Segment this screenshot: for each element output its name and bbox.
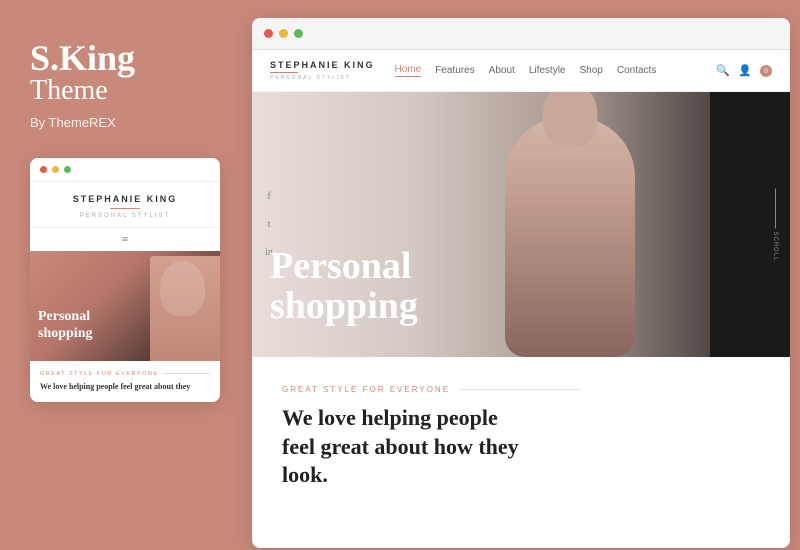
mobile-logo-sub: PERSONAL STYLIST — [40, 213, 210, 219]
nav-link-home[interactable]: Home — [395, 64, 422, 77]
mobile-section-headline: We love helping people feel great about … — [40, 381, 210, 392]
section-tag: GREAT STYLE FOR EVERYONE — [282, 385, 450, 394]
browser-dot-red[interactable] — [264, 29, 273, 38]
scroll-indicator: SCROLL — [772, 188, 778, 261]
nav-links: Home Features About Lifestyle Shop Conta… — [395, 64, 716, 77]
browser-panel: STEPHANIE KING PERSONAL STYLIST Home Fea… — [252, 18, 790, 548]
twitter-icon[interactable]: t — [262, 218, 276, 232]
nav-action-icons: 🔍 👤 0 — [716, 64, 772, 78]
mobile-logo-name: STEPHANIE KING — [40, 194, 210, 204]
mobile-hero-figure — [150, 256, 220, 361]
mobile-hero-image: Personal shopping — [30, 251, 220, 361]
nav-link-about[interactable]: About — [489, 65, 515, 76]
cart-badge[interactable]: 0 — [760, 65, 772, 77]
browser-dot-green[interactable] — [294, 29, 303, 38]
hero-dark-overlay — [710, 92, 790, 357]
section-tag-line — [460, 389, 580, 390]
brand-name: S.King — [30, 40, 135, 76]
site-logo-divider — [270, 72, 298, 73]
site-navigation: STEPHANIE KING PERSONAL STYLIST Home Fea… — [252, 50, 790, 92]
hero-model-figure — [470, 92, 670, 357]
section-headline: We love helping people feel great about … — [282, 404, 602, 490]
hero-head — [543, 92, 598, 147]
left-panel: S.King Theme By ThemeREX STEPHANIE KING … — [0, 0, 245, 550]
scroll-line — [775, 188, 776, 228]
mobile-dot-green — [64, 166, 71, 173]
search-icon[interactable]: 🔍 — [716, 64, 730, 78]
site-logo-sub: PERSONAL STYLIST — [270, 75, 375, 81]
hero-text-line2: shopping — [270, 287, 418, 327]
nav-link-shop[interactable]: Shop — [580, 65, 603, 76]
mobile-tag-divider — [163, 373, 210, 374]
browser-content: STEPHANIE KING PERSONAL STYLIST Home Fea… — [252, 50, 790, 548]
hero-text: Personal shopping — [270, 247, 418, 327]
brand-by: By ThemeREX — [30, 115, 116, 130]
hero-body — [505, 117, 635, 357]
nav-link-lifestyle[interactable]: Lifestyle — [529, 65, 566, 76]
facebook-icon[interactable]: f — [262, 190, 276, 204]
hero-text-line1: Personal — [270, 247, 418, 287]
mobile-hero-text: Personal shopping — [38, 309, 92, 343]
mobile-browser-chrome — [30, 158, 220, 182]
mobile-logo-divider — [110, 208, 140, 209]
mobile-dot-yellow — [52, 166, 59, 173]
site-logo: STEPHANIE KING PERSONAL STYLIST — [270, 60, 375, 81]
browser-chrome — [252, 18, 790, 50]
brand-theme: Theme — [30, 76, 108, 107]
mobile-hamburger-icon[interactable]: ≡ — [30, 228, 220, 251]
hero-section: f t in SCROLL Personal shopping — [252, 92, 790, 357]
mobile-about-content: GREAT STYLE FOR EVERYONE We love helping… — [30, 361, 220, 402]
about-section: GREAT STYLE FOR EVERYONE We love helping… — [252, 357, 790, 510]
section-tag-row: GREAT STYLE FOR EVERYONE — [282, 385, 760, 394]
mobile-site-header: STEPHANIE KING PERSONAL STYLIST — [30, 182, 220, 228]
site-logo-name: STEPHANIE KING — [270, 60, 375, 70]
mobile-section-tag: GREAT STYLE FOR EVERYONE — [40, 371, 159, 377]
nav-link-features[interactable]: Features — [435, 65, 474, 76]
account-icon[interactable]: 👤 — [738, 64, 752, 78]
browser-dot-yellow[interactable] — [279, 29, 288, 38]
mobile-preview-card: STEPHANIE KING PERSONAL STYLIST ≡ Person… — [30, 158, 220, 402]
mobile-dot-red — [40, 166, 47, 173]
nav-link-contacts[interactable]: Contacts — [617, 65, 656, 76]
scroll-label: SCROLL — [772, 231, 778, 261]
